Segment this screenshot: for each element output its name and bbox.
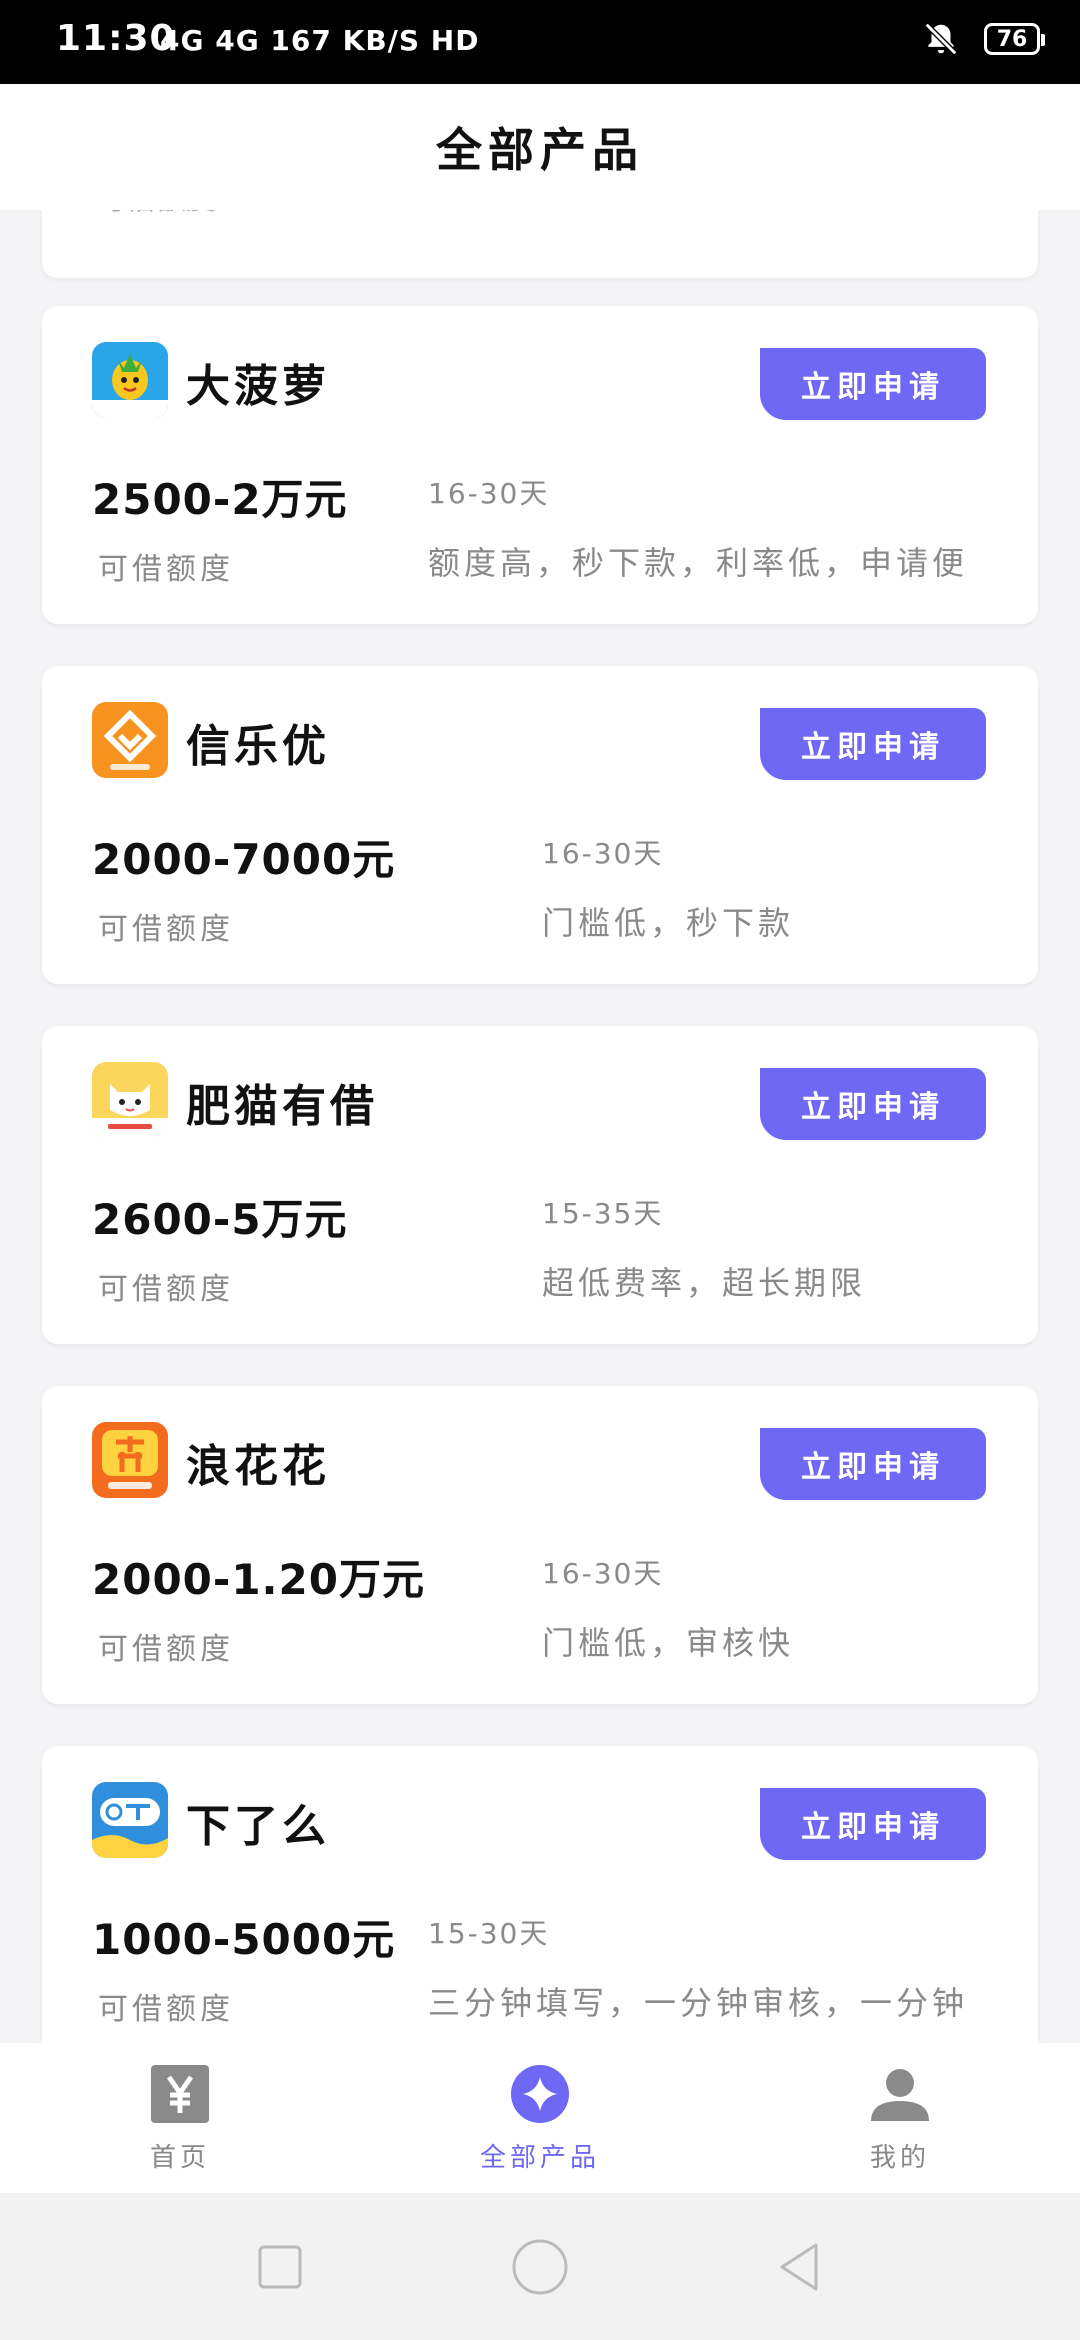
status-bar: 11:30 4G 4G 167 KB/S HD 76 [0,0,1080,84]
product-card[interactable]: 大菠萝 立即申请 2500-2万元 可借额度 16-30天 额度高，秒下款，利率… [42,306,1038,624]
nav-all-products[interactable]: 全部产品 [360,2043,720,2193]
loan-term: 15-35天 [542,1197,664,1230]
apply-button[interactable]: 立即申请 [760,1788,986,1860]
product-name: 浪花花 [186,1441,330,1492]
product-description: 超低费率，超长期限 [542,1264,867,1302]
loan-amount-label: 可借额度 [98,1272,234,1307]
partial-amount-label: 可借额度 [96,210,216,218]
header: 全部产品 [0,84,1080,210]
nav-label: 全部产品 [479,2143,600,2173]
user-icon [871,2069,929,2121]
product-description: 门槛低，审核快 [542,1624,795,1662]
product-list[interactable]: 可借额度 大菠萝 立即申请 2500-2万元 可借额度 16-30天 额度高，秒… [0,210,1080,2043]
nav-profile[interactable]: 我的 [720,2043,1080,2193]
product-card[interactable]: 肥猫有借 立即申请 2600-5万元 可借额度 15-35天 超低费率，超长期限 [42,1026,1038,1344]
loan-amount: 2000-7000元 [92,835,396,884]
status-network: 4G 4G 167 KB/S HD [160,24,480,57]
yen-icon [151,2065,209,2123]
product-card[interactable]: 下了么 立即申请 1000-5000元 可借额度 15-30天 三分钟填写，一分… [42,1746,1038,2043]
page-title: 全部产品 [436,123,644,177]
battery-icon: 76 [984,23,1045,55]
loan-amount: 1000-5000元 [92,1915,396,1964]
product-description: 额度高，秒下款，利率低，申请便 [428,544,969,582]
product-card[interactable]: 浪花花 立即申请 2000-1.20万元 可借额度 16-30天 门槛低，审核快 [42,1386,1038,1704]
product-name: 信乐优 [186,721,330,772]
product-description: 三分钟填写，一分钟审核，一分钟 [428,1984,969,2022]
diamond-icon [511,2065,569,2123]
product-logo-xialeme [92,1782,168,1858]
product-logo-feimao [92,1062,168,1138]
apply-button[interactable]: 立即申请 [760,1068,986,1140]
product-logo-dabolo [92,342,168,418]
product-card-partial[interactable]: 可借额度 [42,210,1038,278]
product-logo-langhuahua [92,1422,168,1498]
battery-level: 76 [996,26,1028,52]
product-name: 下了么 [186,1801,330,1852]
loan-amount-label: 可借额度 [98,912,234,947]
system-nav-bar [0,2193,1080,2340]
bell-muted-icon [924,22,958,56]
loan-amount: 2500-2万元 [92,475,348,524]
apply-button[interactable]: 立即申请 [760,348,986,420]
product-name: 大菠萝 [186,361,330,412]
recent-apps-icon[interactable] [250,2237,310,2297]
back-triangle-icon[interactable] [770,2237,830,2297]
product-description: 门槛低，秒下款 [542,904,795,942]
nav-label: 首页 [149,2143,210,2173]
loan-amount: 2600-5万元 [92,1195,348,1244]
apply-button[interactable]: 立即申请 [760,708,986,780]
loan-amount-label: 可借额度 [98,1992,234,2027]
nav-home[interactable]: 首页 [0,2043,360,2193]
product-name: 肥猫有借 [186,1081,378,1132]
loan-term: 15-30天 [428,1917,550,1950]
product-card[interactable]: 信乐优 立即申请 2000-7000元 可借额度 16-30天 门槛低，秒下款 [42,666,1038,984]
loan-term: 16-30天 [428,477,550,510]
status-time: 11:30 [56,18,176,59]
bottom-nav: 首页 全部产品 我的 [0,2043,1080,2193]
loan-amount-label: 可借额度 [98,552,234,587]
product-logo-xinleyou [92,702,168,778]
home-circle-icon[interactable] [510,2237,570,2297]
status-right: 76 [922,20,1045,58]
nav-label: 我的 [869,2143,930,2173]
loan-amount: 2000-1.20万元 [92,1555,425,1604]
loan-term: 16-30天 [542,1557,664,1590]
apply-button[interactable]: 立即申请 [760,1428,986,1500]
loan-term: 16-30天 [542,837,664,870]
loan-amount-label: 可借额度 [98,1632,234,1667]
